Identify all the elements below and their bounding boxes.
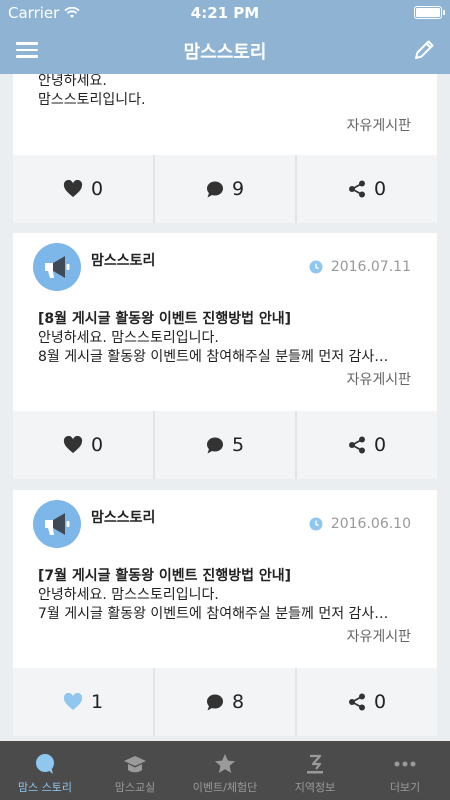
post-feed[interactable]: 안녕하세요. 맘스스토리입니다. 자유게시판 0 9 0 맘스스토리 2016.… — [0, 74, 450, 741]
heart-icon — [63, 180, 83, 197]
share-icon — [348, 693, 365, 711]
post-card[interactable]: 맘스스토리 2016.06.10 [7월 게시글 활동왕 이벤트 진행방법 안내… — [13, 490, 437, 736]
graduation-cap-icon — [124, 756, 146, 773]
megaphone-icon — [45, 513, 70, 535]
avatar — [33, 500, 81, 548]
tab-label: 맘스 스토리 — [17, 781, 73, 794]
avatar — [33, 243, 81, 291]
page-title: 맘스스토리 — [183, 42, 267, 63]
post-subject[interactable]: [8월 게시글 활동왕 이벤트 진행방법 안내] — [38, 310, 408, 329]
like-button[interactable]: 1 — [13, 668, 155, 736]
post-line: 7월 게시글 활동왕 이벤트에 참여해주실 분들께 먼저 감사… — [38, 606, 389, 622]
comment-icon — [206, 181, 223, 197]
post-line: 안녕하세요. 맘스스토리입니다. — [38, 587, 219, 603]
tab-bar: 맘스 스토리 맘스교실 이벤트/체험단 지역정보 더보기 — [0, 741, 450, 800]
tab-events[interactable]: 이벤트/체험단 — [180, 741, 270, 800]
comment-button[interactable]: 9 — [155, 155, 297, 223]
share-icon — [348, 436, 365, 454]
post-date-text: 2016.07.11 — [330, 259, 411, 275]
like-count: 1 — [90, 691, 104, 713]
like-button[interactable]: 0 — [13, 411, 155, 479]
tab-label: 지역정보 — [294, 781, 336, 794]
comment-count: 9 — [231, 178, 245, 200]
status-time: 4:21 PM — [190, 4, 260, 22]
clock-icon — [309, 260, 323, 274]
status-bar: Carrier 4:21 PM — [0, 0, 450, 26]
post-author: 맘스스토리 — [91, 510, 156, 526]
post-date: 2016.07.11 — [309, 259, 411, 275]
post-header: 맘스스토리 2016.06.10 — [13, 490, 437, 560]
share-button[interactable]: 0 — [297, 155, 437, 223]
share-count: 0 — [373, 691, 387, 713]
clock-icon — [309, 517, 323, 531]
post-line: 맘스스토리입니다. — [38, 92, 146, 108]
share-count: 0 — [373, 178, 387, 200]
comment-button[interactable]: 8 — [155, 668, 297, 736]
share-icon — [348, 180, 365, 198]
post-card[interactable]: 맘스스토리 2016.07.11 [8월 게시글 활동왕 이벤트 진행방법 안내… — [13, 233, 437, 479]
chat-bubble-icon — [36, 754, 54, 774]
post-actions: 0 5 0 — [13, 411, 437, 479]
comment-count: 8 — [231, 691, 245, 713]
tab-more[interactable]: 더보기 — [360, 741, 450, 800]
post-actions: 1 8 0 — [13, 668, 437, 736]
post-line: 안녕하세요. 맘스스토리입니다. — [38, 330, 219, 346]
tab-local-info[interactable]: 지역정보 — [270, 741, 360, 800]
post-date: 2016.06.10 — [309, 516, 411, 532]
board-label[interactable]: 자유게시판 — [13, 115, 437, 135]
tab-label: 더보기 — [389, 781, 421, 794]
board-label[interactable]: 자유게시판 — [13, 626, 437, 646]
pencil-icon[interactable] — [410, 36, 438, 64]
more-dots-icon — [394, 761, 416, 767]
like-count: 0 — [90, 178, 104, 200]
post-author: 맘스스토리 — [91, 253, 156, 269]
map-pin-icon — [307, 754, 323, 774]
post-line: 안녕하세요. — [38, 74, 107, 89]
battery-icon — [414, 6, 445, 19]
nav-bar: 맘스스토리 — [0, 26, 450, 74]
heart-icon — [63, 693, 83, 710]
post-date-text: 2016.06.10 — [330, 516, 411, 532]
like-button[interactable]: 0 — [13, 155, 155, 223]
post-actions: 0 9 0 — [13, 155, 437, 223]
share-button[interactable]: 0 — [297, 411, 437, 479]
post-line: 8월 게시글 활동왕 이벤트에 참여해주실 분들께 먼저 감사… — [38, 349, 389, 365]
comment-count: 5 — [231, 434, 245, 456]
share-button[interactable]: 0 — [297, 668, 437, 736]
heart-icon — [63, 436, 83, 453]
post-header: 맘스스토리 2016.07.11 — [13, 233, 437, 303]
board-label[interactable]: 자유게시판 — [13, 369, 437, 389]
post-subject[interactable]: [7월 게시글 활동왕 이벤트 진행방법 안내] — [38, 567, 408, 586]
comment-button[interactable]: 5 — [155, 411, 297, 479]
comment-icon — [206, 694, 223, 710]
tab-label: 이벤트/체험단 — [192, 781, 258, 794]
tab-moms-story[interactable]: 맘스 스토리 — [0, 741, 90, 800]
comment-icon — [206, 437, 223, 453]
tab-label: 맘스교실 — [114, 781, 156, 794]
tab-moms-class[interactable]: 맘스교실 — [90, 741, 180, 800]
share-count: 0 — [373, 434, 387, 456]
star-icon — [215, 754, 235, 773]
post-card[interactable]: 안녕하세요. 맘스스토리입니다. 자유게시판 0 9 0 — [13, 74, 437, 223]
like-count: 0 — [90, 434, 104, 456]
megaphone-icon — [45, 256, 70, 278]
